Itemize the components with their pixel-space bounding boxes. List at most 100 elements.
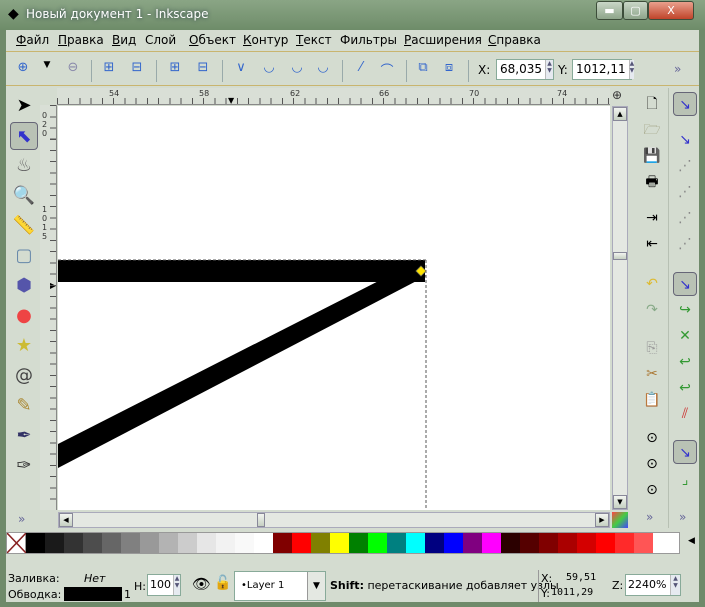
color-swatch[interactable] xyxy=(406,533,425,553)
horizontal-scroll-thumb[interactable] xyxy=(257,513,265,527)
snap-overflow-button[interactable]: » xyxy=(679,510,686,524)
color-swatch[interactable] xyxy=(596,533,615,553)
menu-item[interactable]: Справка xyxy=(488,33,541,47)
menu-item[interactable]: Текст xyxy=(296,33,332,47)
opacity-input[interactable]: 100 ▲ ▼ xyxy=(147,574,181,596)
measure-tool-icon[interactable]: 📏 xyxy=(10,212,38,240)
snap-bbox-corners-icon[interactable]: ⋰ xyxy=(673,180,697,204)
toolbar-overflow-button[interactable]: » xyxy=(674,62,681,76)
color-swatch[interactable] xyxy=(178,533,197,553)
import-icon[interactable]: ⇥ xyxy=(640,206,664,230)
color-swatch[interactable] xyxy=(349,533,368,553)
snap-paths-icon[interactable]: ↪ xyxy=(673,298,697,322)
color-swatch[interactable] xyxy=(463,533,482,553)
snap-toggle-icon[interactable]: ↘ xyxy=(673,92,697,116)
menu-item[interactable]: Вид xyxy=(112,33,136,47)
color-swatch[interactable] xyxy=(235,533,254,553)
color-swatch[interactable] xyxy=(425,533,444,553)
color-swatch[interactable] xyxy=(64,533,83,553)
color-swatch[interactable] xyxy=(368,533,387,553)
snap-others-icon[interactable]: ↘ xyxy=(673,440,697,464)
scroll-left-icon[interactable]: ◀ xyxy=(59,513,73,527)
color-swatch[interactable] xyxy=(26,533,45,553)
node-tool-icon[interactable]: ⬉ xyxy=(10,122,38,150)
spin-arrows-icon[interactable]: ▲ ▼ xyxy=(545,60,553,79)
undo-icon[interactable]: ↶ xyxy=(640,272,664,296)
star-tool-icon[interactable]: ★ xyxy=(10,332,38,360)
color-swatch[interactable] xyxy=(539,533,558,553)
zoom-drawing-icon[interactable]: ⊙ xyxy=(640,452,664,476)
ellipse-tool-icon[interactable]: ● xyxy=(10,302,38,330)
chevron-down-icon[interactable]: ▼ xyxy=(307,572,325,600)
export-icon[interactable]: ⇤ xyxy=(640,232,664,256)
insert-node-icon[interactable]: ⊕ xyxy=(12,60,34,80)
snap-bbox-midpoints-icon[interactable]: ⋰ xyxy=(673,206,697,230)
object-to-path-icon[interactable]: ⧉ xyxy=(412,60,434,80)
no-paint-swatch[interactable] xyxy=(6,532,27,554)
lock-icon[interactable]: 🔓 xyxy=(214,575,231,591)
paste-icon[interactable]: 📋 xyxy=(640,388,664,412)
delete-node-icon[interactable]: ⊖ xyxy=(62,60,84,80)
snap-intersections-icon[interactable]: ✕ xyxy=(673,324,697,348)
minimize-button[interactable]: ▬ xyxy=(596,1,623,20)
break-path-icon[interactable]: ⊟ xyxy=(126,60,148,80)
zoom-selection-icon[interactable]: ⊙ xyxy=(640,426,664,450)
symmetric-node-icon[interactable]: ◡ xyxy=(286,60,308,80)
smooth-node-icon[interactable]: ◡ xyxy=(258,60,280,80)
spin-arrows-icon[interactable]: ▲ ▼ xyxy=(628,60,635,79)
menu-item[interactable]: Расширения xyxy=(404,33,482,47)
color-swatch[interactable] xyxy=(102,533,121,553)
zoom-input[interactable]: 2240% ▲ ▼ xyxy=(625,574,681,596)
make-curve-icon[interactable]: ⌒ xyxy=(376,60,398,80)
snap-bbox-icon[interactable]: ↘ xyxy=(673,128,697,152)
spiral-tool-icon[interactable]: @ xyxy=(10,362,38,390)
visibility-eye-icon[interactable]: 👁 xyxy=(192,575,211,593)
color-swatch[interactable] xyxy=(121,533,140,553)
snap-bbox-edges-icon[interactable]: ⋰ xyxy=(673,154,697,178)
tweak-tool-icon[interactable]: ♨ xyxy=(10,152,38,180)
layer-dropdown[interactable]: •Layer 1 ▼ xyxy=(234,571,326,601)
snap-cusp-nodes-icon[interactable]: ↩ xyxy=(673,350,697,374)
pen-tool-icon[interactable]: ✒ xyxy=(10,422,38,450)
vertical-scrollbar[interactable]: ▲ ▼ xyxy=(612,106,628,510)
cusp-node-icon[interactable]: ∨ xyxy=(230,60,252,80)
scroll-down-icon[interactable]: ▼ xyxy=(613,495,627,509)
color-swatch[interactable] xyxy=(482,533,501,553)
fill-value[interactable]: Нет xyxy=(84,572,105,585)
open-icon[interactable]: 🗁 xyxy=(640,118,664,142)
color-swatch[interactable] xyxy=(444,533,463,553)
color-swatch[interactable] xyxy=(159,533,178,553)
horizontal-scrollbar[interactable]: ◀ ▶ xyxy=(58,512,610,528)
zoom-tool-icon[interactable]: 🔍 xyxy=(10,182,38,210)
color-swatch[interactable] xyxy=(577,533,596,553)
y-coordinate-input[interactable]: 1012,11 ▲ ▼ xyxy=(572,59,635,80)
3d-box-tool-icon[interactable]: ⬢ xyxy=(10,272,38,300)
copy-icon[interactable]: ⎘ xyxy=(640,336,664,360)
snap-bbox-centers-icon[interactable]: ⋰ xyxy=(673,232,697,256)
snap-nodes-icon[interactable]: ↘ xyxy=(673,272,697,296)
print-icon[interactable]: 🖶 xyxy=(640,170,664,194)
palette-menu-icon[interactable]: ◀ xyxy=(688,536,695,546)
drawing-canvas[interactable] xyxy=(58,106,610,510)
calligraphy-tool-icon[interactable]: ✑ xyxy=(10,452,38,480)
scroll-up-icon[interactable]: ▲ xyxy=(613,107,627,121)
color-swatch[interactable] xyxy=(520,533,539,553)
color-manage-icon[interactable] xyxy=(612,512,628,528)
color-swatch[interactable] xyxy=(387,533,406,553)
zoom-1-1-icon[interactable]: ⊕ xyxy=(612,88,622,102)
snap-centers-icon[interactable]: ⌟ xyxy=(673,468,697,492)
path-drawing[interactable] xyxy=(58,106,610,510)
color-swatch[interactable] xyxy=(197,533,216,553)
vertical-scroll-thumb[interactable] xyxy=(613,252,627,260)
new-document-icon[interactable]: 🗋 xyxy=(640,92,664,116)
color-swatch[interactable] xyxy=(292,533,311,553)
color-swatch[interactable] xyxy=(311,533,330,553)
stroke-color-swatch[interactable] xyxy=(64,587,122,601)
color-swatch[interactable] xyxy=(254,533,273,553)
cut-icon[interactable]: ✂ xyxy=(640,362,664,386)
color-swatch[interactable] xyxy=(273,533,292,553)
menu-item[interactable]: Слой xyxy=(145,33,176,47)
rectangle-tool-icon[interactable]: ▢ xyxy=(10,242,38,270)
menu-item[interactable]: Правка xyxy=(58,33,104,47)
zoom-page-icon[interactable]: ⊙ xyxy=(640,478,664,502)
